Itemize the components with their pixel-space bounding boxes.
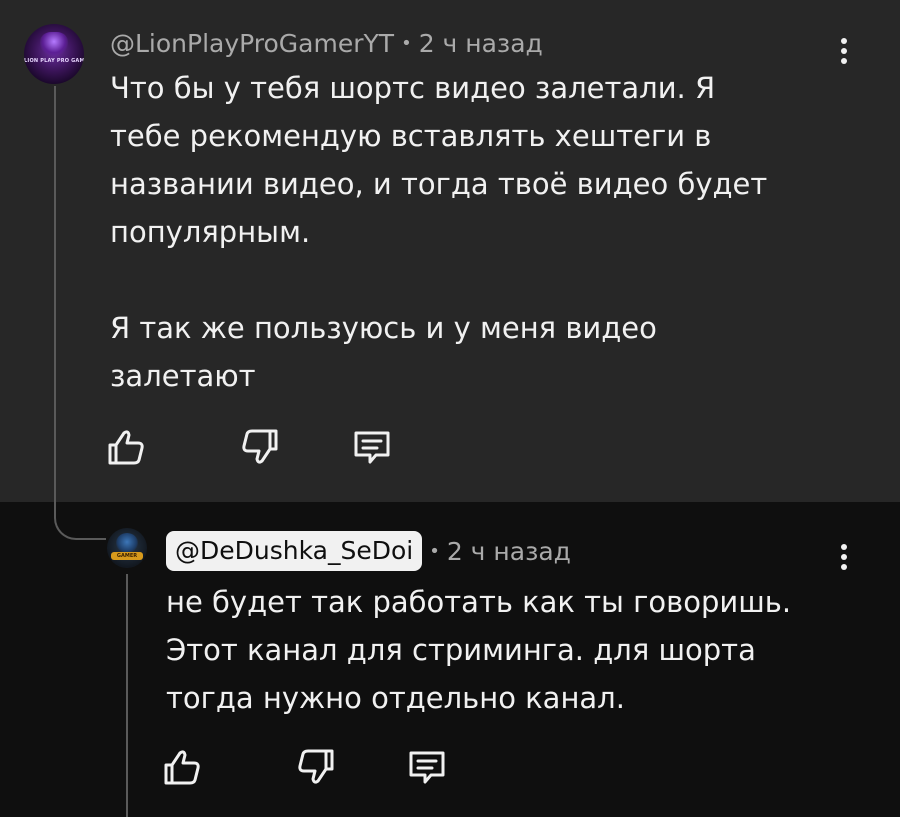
thread-connector-line	[54, 86, 106, 540]
more-vertical-icon[interactable]	[840, 38, 848, 64]
comment-icon[interactable]	[350, 425, 394, 469]
reply-text: не будет так работать как ты говоришь. Э…	[166, 585, 792, 715]
reply-meta: @DeDushka_SeDoi • 2 ч назад	[166, 531, 571, 571]
thumb-up-icon[interactable]	[160, 745, 204, 789]
meta-separator: •	[401, 32, 412, 54]
comment-meta: @LionPlayProGamerYT • 2 ч назад	[110, 26, 543, 60]
comment-icon[interactable]	[405, 745, 449, 789]
avatar-logo-text: GAMER	[111, 552, 143, 560]
more-vertical-icon[interactable]	[840, 544, 848, 570]
author-handle[interactable]: @LionPlayProGamerYT	[110, 29, 394, 58]
thumb-up-icon[interactable]	[104, 425, 148, 469]
reply-thread-line	[126, 574, 128, 817]
thumb-down-icon[interactable]	[238, 425, 282, 469]
lion-emblem-icon	[40, 32, 68, 56]
avatar-logo-text: LION PLAY PRO GAMER	[24, 58, 84, 64]
comment-timestamp: 2 ч назад	[418, 28, 543, 58]
meta-separator: •	[429, 540, 440, 562]
avatar[interactable]: LION PLAY PRO GAMER	[24, 24, 84, 84]
reply-timestamp: 2 ч назад	[446, 536, 571, 566]
comment-text: Что бы у тебя шортс видео залетали. Я те…	[110, 71, 768, 393]
author-handle[interactable]: @DeDushka_SeDoi	[166, 531, 423, 571]
avatar[interactable]: GAMER	[107, 528, 147, 568]
thumb-down-icon[interactable]	[294, 745, 338, 789]
gamer-emblem-icon	[116, 533, 138, 553]
